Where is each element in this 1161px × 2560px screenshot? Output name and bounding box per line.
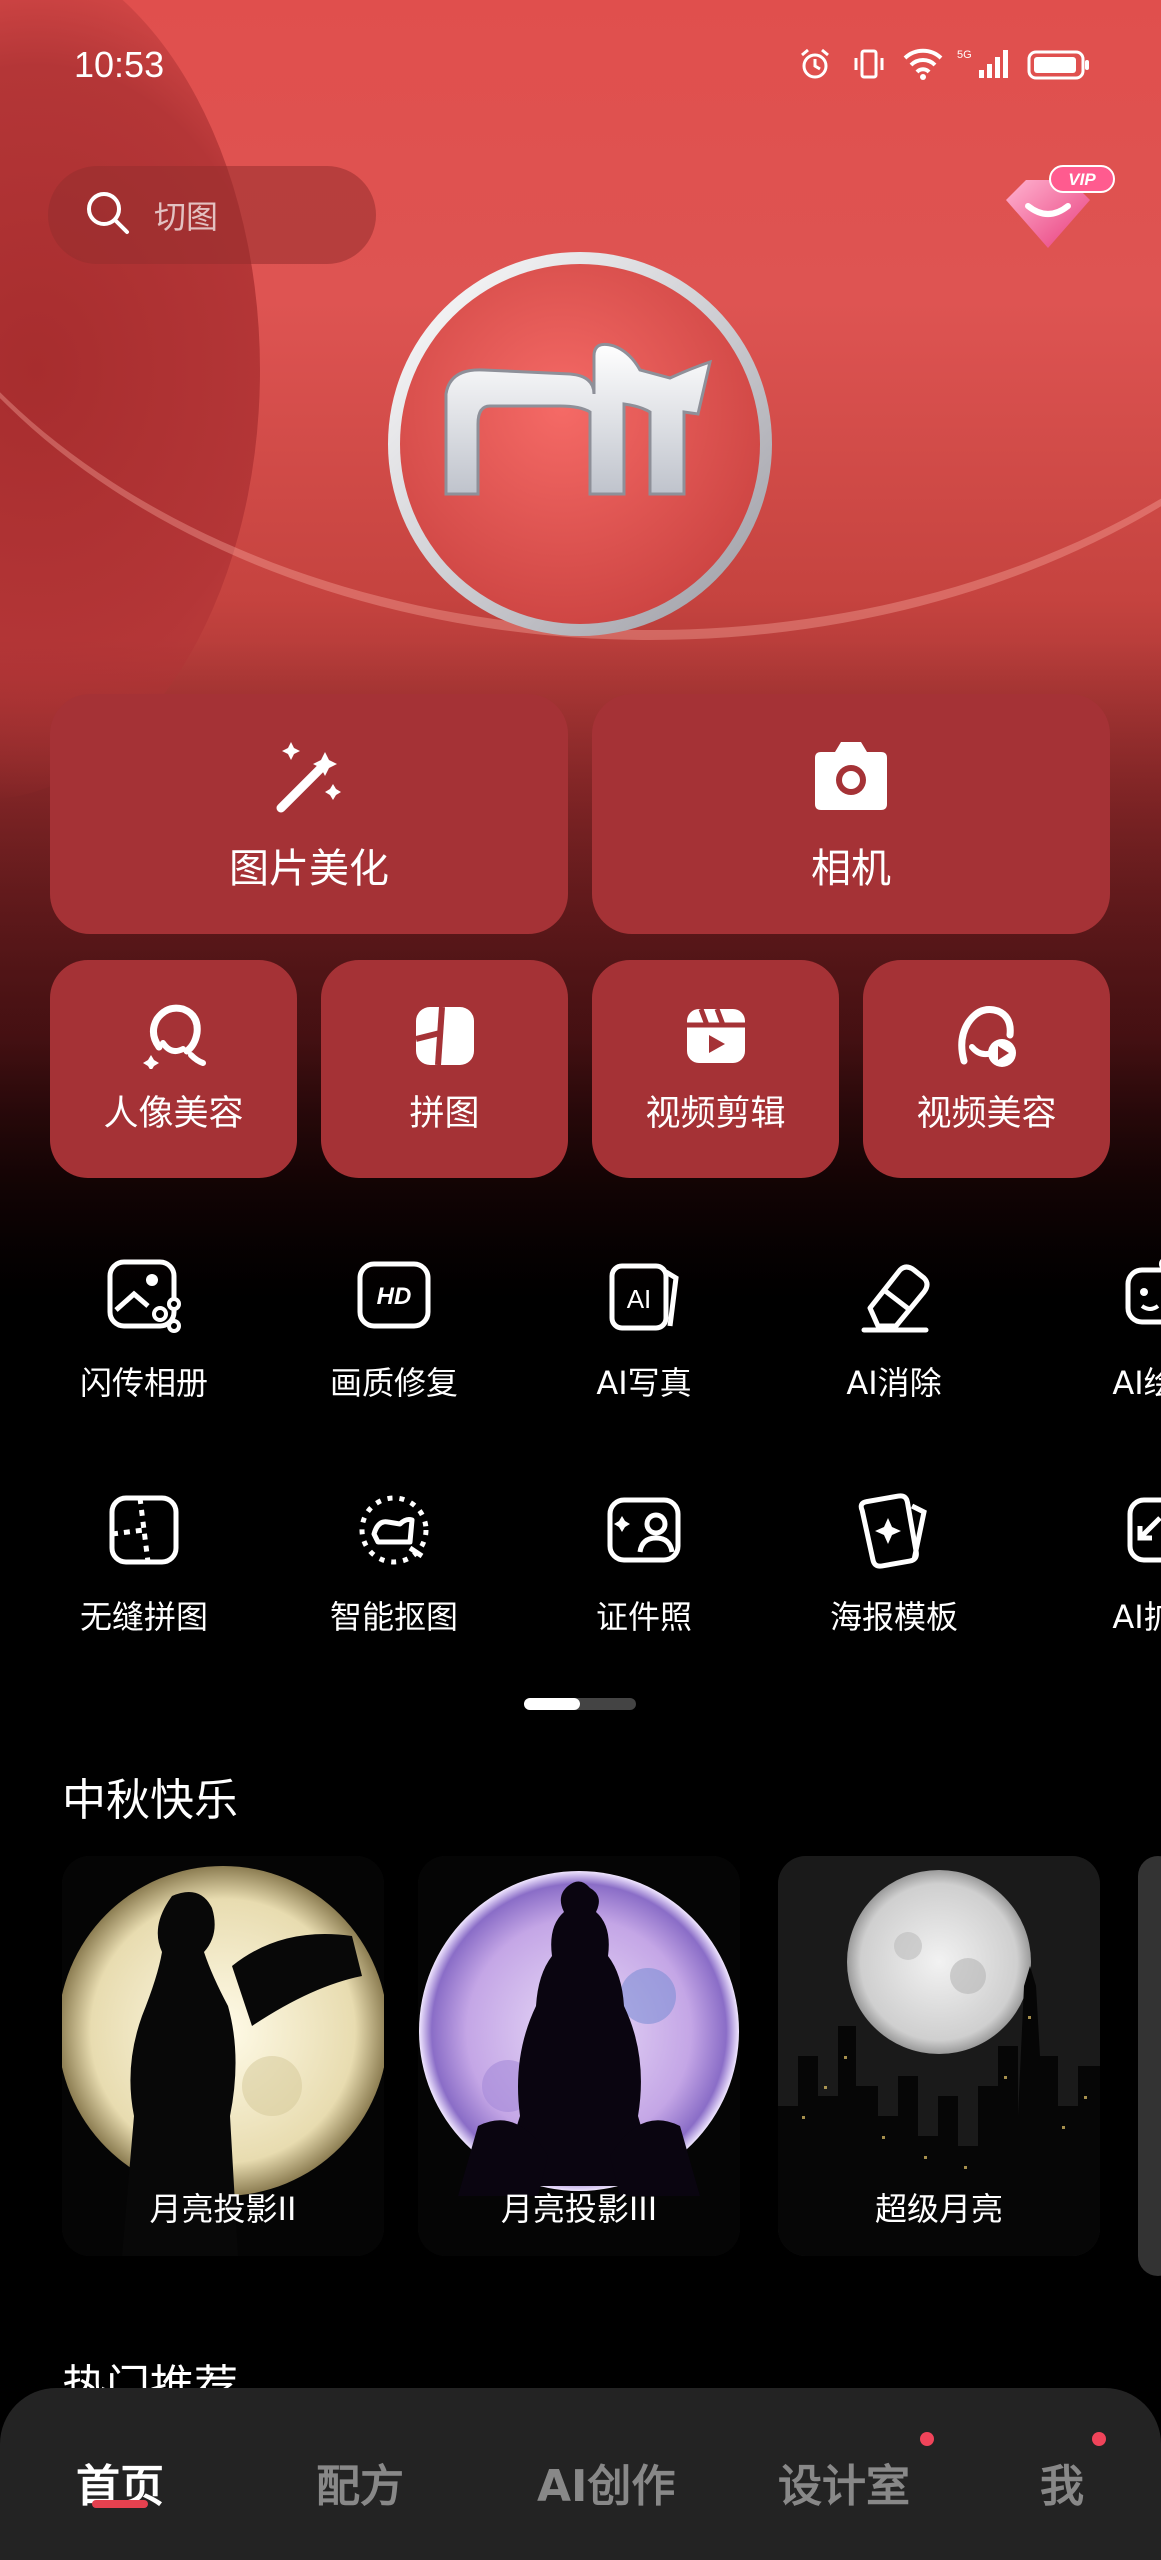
video-edit-label: 视频剪辑 <box>645 1093 786 1134</box>
ai-draw-icon <box>1104 1256 1161 1336</box>
ai-portrait-icon: AI <box>604 1256 684 1336</box>
svg-text:HD: HD <box>377 1283 412 1310</box>
collage-button[interactable]: 拼图 <box>321 960 568 1178</box>
notification-dot <box>920 2432 934 2446</box>
tool-poster-template[interactable]: 海报模板 <box>794 1490 994 1670</box>
tool-hd-repair[interactable]: HD 画质修复 <box>294 1256 494 1436</box>
template-card-label: 超级月亮 <box>874 2190 1003 2228</box>
status-icons: 5G <box>795 44 1091 84</box>
status-bar: 10:53 5G <box>0 0 1161 130</box>
video-edit-button[interactable]: 视频剪辑 <box>592 960 839 1178</box>
vip-diamond-icon: VIP <box>1006 165 1115 248</box>
tool-ai-expand[interactable]: AI扩 <box>1044 1490 1161 1670</box>
template-card-label: 月亮投影III <box>500 2190 658 2228</box>
tools-page-indicator <box>524 1698 636 1710</box>
eraser-icon <box>854 1256 934 1336</box>
tool-seamless-collage-label: 无缝拼图 <box>79 1598 208 1636</box>
active-tab-indicator <box>92 2500 148 2508</box>
photo-beautify-label: 图片美化 <box>229 846 389 892</box>
tool-hd-repair-label: 画质修复 <box>329 1364 458 1402</box>
svg-text:AI: AI <box>627 1284 652 1314</box>
tab-design-studio[interactable]: 设计室 <box>778 2450 910 2514</box>
tool-ai-erase-label: AI消除 <box>846 1364 942 1402</box>
template-card[interactable]: 月亮投影III <box>418 1856 740 2256</box>
tab-ai-create[interactable]: AI创作 <box>537 2450 675 2514</box>
smart-cutout-icon <box>354 1490 434 1570</box>
notification-dot <box>1092 2432 1106 2446</box>
collage-label: 拼图 <box>409 1093 480 1134</box>
tool-id-photo-label: 证件照 <box>595 1598 692 1636</box>
hd-icon: HD <box>354 1256 434 1336</box>
status-time: 10:53 <box>74 44 165 85</box>
signal-label: 5G <box>957 49 972 61</box>
album-share-icon <box>104 1256 184 1336</box>
wifi-icon <box>903 44 943 84</box>
tool-poster-template-label: 海报模板 <box>829 1598 958 1636</box>
tool-ai-draw-label: AI绘 <box>1112 1364 1161 1402</box>
collage-icon <box>412 1003 478 1069</box>
tool-album-share-label: 闪传相册 <box>79 1364 208 1402</box>
video-beauty-button[interactable]: 视频美容 <box>863 960 1110 1178</box>
search-bar[interactable]: 切图 <box>48 166 376 264</box>
portrait-icon <box>141 1003 207 1071</box>
section-title: 中秋快乐 <box>62 1775 238 1826</box>
alarm-icon <box>795 44 835 84</box>
template-card[interactable]: 月亮投影II <box>62 1856 384 2256</box>
tool-smart-cutout[interactable]: 智能抠图 <box>294 1490 494 1670</box>
app-logo <box>380 244 780 644</box>
seamless-collage-icon <box>104 1490 184 1570</box>
tool-id-photo[interactable]: 证件照 <box>544 1490 744 1670</box>
tool-smart-cutout-label: 智能抠图 <box>329 1598 458 1636</box>
id-photo-icon <box>604 1490 684 1570</box>
template-card-peek[interactable] <box>1138 1856 1161 2276</box>
vip-label: VIP <box>1068 170 1096 189</box>
tool-ai-erase[interactable]: AI消除 <box>794 1256 994 1436</box>
bottom-tab-bar: 首页 配方 AI创作 设计室 我 <box>0 2388 1161 2560</box>
camera-label: 相机 <box>811 846 891 892</box>
video-beauty-icon <box>954 1003 1020 1069</box>
magic-wand-icon <box>267 734 351 818</box>
battery-icon <box>1027 44 1091 84</box>
camera-button[interactable]: 相机 <box>592 694 1110 934</box>
vip-button[interactable]: VIP <box>998 160 1118 260</box>
video-clip-icon <box>683 1003 749 1069</box>
tool-seamless-collage[interactable]: 无缝拼图 <box>44 1490 244 1670</box>
poster-template-icon <box>854 1490 934 1570</box>
page-indicator-active <box>524 1698 580 1710</box>
portrait-beauty-label: 人像美容 <box>103 1093 244 1134</box>
camera-icon <box>809 734 893 818</box>
tab-me[interactable]: 我 <box>1040 2450 1084 2514</box>
ai-expand-icon <box>1104 1490 1161 1570</box>
search-icon <box>84 189 132 241</box>
tool-album-share[interactable]: 闪传相册 <box>44 1256 244 1436</box>
tool-ai-portrait[interactable]: AI AI写真 <box>544 1256 744 1436</box>
tool-ai-portrait-label: AI写真 <box>596 1364 692 1402</box>
photo-beautify-button[interactable]: 图片美化 <box>50 694 568 934</box>
portrait-beauty-button[interactable]: 人像美容 <box>50 960 297 1178</box>
tab-recipes[interactable]: 配方 <box>316 2450 404 2514</box>
tool-ai-expand-label: AI扩 <box>1112 1598 1161 1636</box>
vibrate-icon <box>849 44 889 84</box>
template-card-label: 月亮投影II <box>149 2190 297 2228</box>
video-beauty-label: 视频美容 <box>916 1093 1057 1134</box>
signal-icon: 5G <box>957 44 1013 84</box>
template-card[interactable]: 超级月亮 <box>778 1856 1100 2256</box>
tool-ai-draw[interactable]: AI绘 <box>1044 1256 1161 1436</box>
search-placeholder: 切图 <box>154 198 219 236</box>
